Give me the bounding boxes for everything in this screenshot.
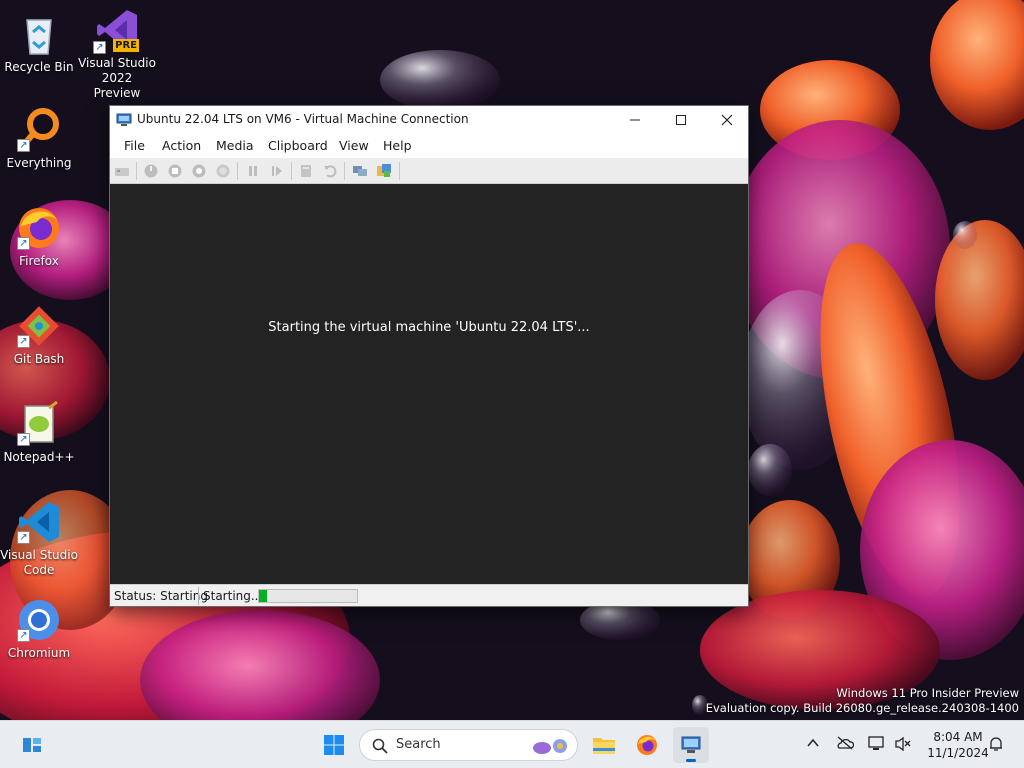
close-icon — [721, 114, 733, 126]
windows-edition-watermark: Windows 11 Pro Insider Preview — [836, 686, 1019, 700]
status-text: Status: Starting — [114, 589, 208, 603]
ctrl-alt-del-icon[interactable] — [114, 163, 130, 179]
desktop-icon-recycle-bin[interactable]: Recycle Bin — [0, 10, 78, 75]
title-bar[interactable]: Ubuntu 22.04 LTS on VM6 - Virtual Machin… — [110, 106, 748, 134]
menu-clipboard[interactable]: Clipboard — [268, 138, 328, 153]
checkpoint-icon[interactable] — [298, 163, 314, 179]
enhanced-session-icon[interactable] — [352, 163, 368, 179]
widgets-button[interactable] — [14, 727, 50, 763]
shortcut-arrow-icon: ↗ — [17, 335, 30, 348]
menu-file[interactable]: File — [124, 138, 145, 153]
clock-date: 11/1/2024 — [927, 746, 989, 760]
pause-icon[interactable] — [245, 163, 261, 179]
menu-action[interactable]: Action — [162, 138, 201, 153]
file-explorer-icon — [593, 738, 615, 754]
save-icon[interactable] — [215, 163, 231, 179]
desktop-icon-git-bash[interactable]: ↗ Git Bash — [0, 302, 78, 367]
toolbar — [110, 158, 748, 184]
desktop-icon-visual-studio-code[interactable]: ↗ Visual Studio Code — [0, 498, 78, 578]
desktop-icon-visual-studio-2022-preview[interactable]: ↗ PRE Visual Studio 2022 Preview — [78, 6, 156, 101]
share-icon[interactable] — [376, 163, 392, 179]
desktop-icon-chromium[interactable]: ↗ Chromium — [0, 596, 78, 661]
menu-help[interactable]: Help — [383, 138, 412, 153]
close-button[interactable] — [704, 106, 750, 134]
vm-connection-window[interactable]: Ubuntu 22.04 LTS on VM6 - Virtual Machin… — [109, 105, 749, 607]
shortcut-arrow-icon: ↗ — [17, 139, 30, 152]
shortcut-arrow-icon: ↗ — [93, 41, 106, 54]
progress-bar — [258, 589, 358, 603]
shortcut-arrow-icon: ↗ — [17, 531, 30, 544]
volume-muted-icon[interactable] — [894, 736, 912, 752]
progress-label: Starting... — [203, 589, 263, 603]
file-explorer-button[interactable] — [585, 727, 621, 763]
build-watermark: Evaluation copy. Build 26080.ge_release.… — [705, 701, 1019, 715]
minimize-button[interactable] — [612, 106, 658, 134]
revert-icon[interactable] — [322, 163, 338, 179]
minimize-icon — [630, 119, 640, 121]
vm-starting-message: Starting the virtual machine 'Ubuntu 22.… — [268, 320, 590, 335]
notification-bell-icon[interactable] — [988, 736, 1004, 752]
menu-view[interactable]: View — [339, 138, 369, 153]
firefox-icon: ↗ — [15, 204, 63, 252]
hyper-v-manager-icon — [681, 736, 701, 753]
vm-connection-app-icon — [116, 113, 132, 126]
status-bar: Status: Starting Starting... — [110, 584, 748, 606]
turn-off-icon[interactable] — [167, 163, 183, 179]
clock-time: 8:04 AM — [933, 730, 983, 744]
vscode-icon: ↗ — [15, 498, 63, 546]
onedrive-icon[interactable] — [836, 736, 854, 750]
firefox-icon — [637, 735, 657, 755]
maximize-icon — [676, 115, 686, 125]
search-icon — [372, 738, 388, 754]
preview-badge: PRE — [113, 39, 139, 52]
widgets-icon — [23, 738, 41, 752]
firefox-taskbar-button[interactable] — [629, 727, 665, 763]
maximize-button[interactable] — [658, 106, 704, 134]
git-bash-icon: ↗ — [15, 302, 63, 350]
hyper-v-taskbar-button[interactable] — [673, 727, 709, 763]
notepad-plus-plus-icon: ↗ — [15, 400, 63, 448]
taskbar-search-box[interactable]: Search — [359, 729, 578, 761]
shortcut-arrow-icon: ↗ — [17, 237, 30, 250]
menu-media[interactable]: Media — [216, 138, 254, 153]
running-indicator — [686, 759, 696, 762]
search-placeholder: Search — [396, 737, 441, 752]
chevron-up-icon[interactable] — [806, 736, 820, 750]
visual-studio-icon: ↗ PRE — [93, 6, 141, 54]
resume-icon[interactable] — [269, 163, 285, 179]
clock[interactable]: 8:04 AM 11/1/2024 — [918, 729, 998, 761]
desktop-icon-everything[interactable]: ↗ Everything — [0, 106, 78, 171]
menu-bar: File Action Media Clipboard View Help — [110, 134, 748, 158]
recycle-bin-icon — [15, 10, 63, 58]
window-title: Ubuntu 22.04 LTS on VM6 - Virtual Machin… — [137, 112, 469, 126]
chromium-icon: ↗ — [15, 596, 63, 644]
vm-display-area[interactable]: Starting the virtual machine 'Ubuntu 22.… — [110, 184, 748, 584]
everything-search-icon: ↗ — [15, 106, 63, 154]
start-icon[interactable] — [143, 163, 159, 179]
shortcut-arrow-icon: ↗ — [17, 629, 30, 642]
start-button[interactable] — [316, 727, 352, 763]
windows-logo-icon — [324, 735, 344, 755]
desktop-icon-firefox[interactable]: ↗ Firefox — [0, 204, 78, 269]
network-icon[interactable] — [868, 736, 886, 752]
progress-fill — [259, 590, 267, 602]
search-highlight-icon — [533, 739, 567, 754]
status-divider — [198, 587, 199, 605]
desktop-icon-notepad-plus-plus[interactable]: ↗ Notepad++ — [0, 400, 78, 465]
taskbar: Search 8:04 AM 11/1/2024 — [0, 720, 1024, 768]
shutdown-icon[interactable] — [191, 163, 207, 179]
shortcut-arrow-icon: ↗ — [17, 433, 30, 446]
